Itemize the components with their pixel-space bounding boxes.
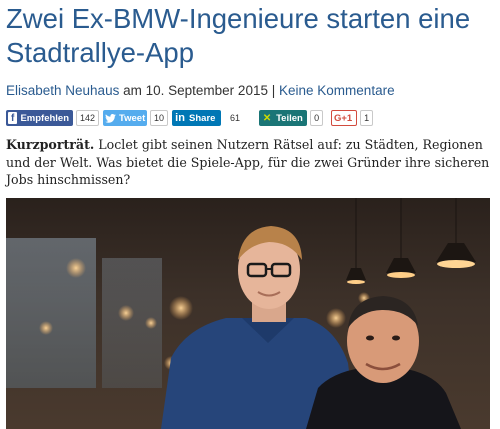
googleplus-share-button[interactable]: G+1 bbox=[331, 110, 358, 126]
article-intro: Kurzporträt. Loclet gibt seinen Nutzern … bbox=[6, 136, 496, 189]
twitter-icon bbox=[105, 112, 116, 124]
publish-date: 10. September 2015 bbox=[145, 83, 268, 98]
facebook-share-label: Empfehlen bbox=[20, 112, 69, 124]
twitter-share-label: Tweet bbox=[119, 112, 146, 124]
linkedin-icon: in bbox=[175, 112, 185, 124]
article-meta: Elisabeth Neuhaus am 10. September 2015 … bbox=[6, 83, 395, 98]
googleplus-share-count: 1 bbox=[360, 110, 374, 126]
share-bar: f Empfehlen 142 Tweet 10 in Share 61 ✕ T… bbox=[6, 109, 374, 127]
comments-link[interactable]: Keine Kommentare bbox=[279, 83, 395, 98]
googleplus-share-label: G+1 bbox=[333, 112, 353, 124]
xing-icon: ✕ bbox=[262, 112, 272, 124]
date-prefix: am bbox=[123, 83, 142, 98]
xing-share-count: 0 bbox=[310, 110, 324, 126]
linkedin-share-label: Share bbox=[189, 112, 216, 124]
linkedin-share-button[interactable]: in Share bbox=[172, 110, 222, 126]
article-title: Zwei Ex-BMW-Ingenieure starten eine Stad… bbox=[6, 3, 471, 68]
twitter-share-button[interactable]: Tweet bbox=[103, 110, 148, 126]
facebook-share-count: 142 bbox=[76, 110, 100, 126]
twitter-share-count: 10 bbox=[150, 110, 169, 126]
linkedin-share-count: 61 bbox=[227, 110, 244, 126]
facebook-share-button[interactable]: f Empfehlen bbox=[6, 110, 73, 126]
author-link[interactable]: Elisabeth Neuhaus bbox=[6, 83, 119, 98]
facebook-icon: f bbox=[8, 112, 18, 124]
xing-share-label: Teilen bbox=[276, 112, 303, 124]
intro-lead: Kurzporträt. bbox=[6, 137, 95, 152]
article-photo bbox=[6, 198, 490, 429]
meta-separator: | bbox=[271, 83, 276, 98]
xing-share-button[interactable]: ✕ Teilen bbox=[259, 110, 308, 126]
